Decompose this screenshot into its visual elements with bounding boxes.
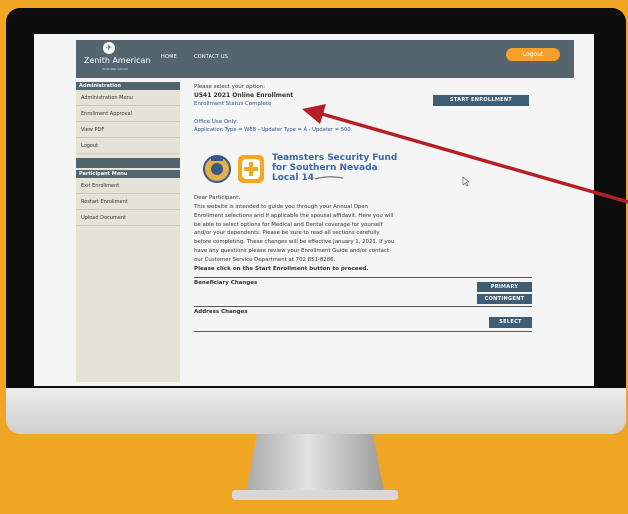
annotation-arrow-icon — [302, 104, 628, 204]
